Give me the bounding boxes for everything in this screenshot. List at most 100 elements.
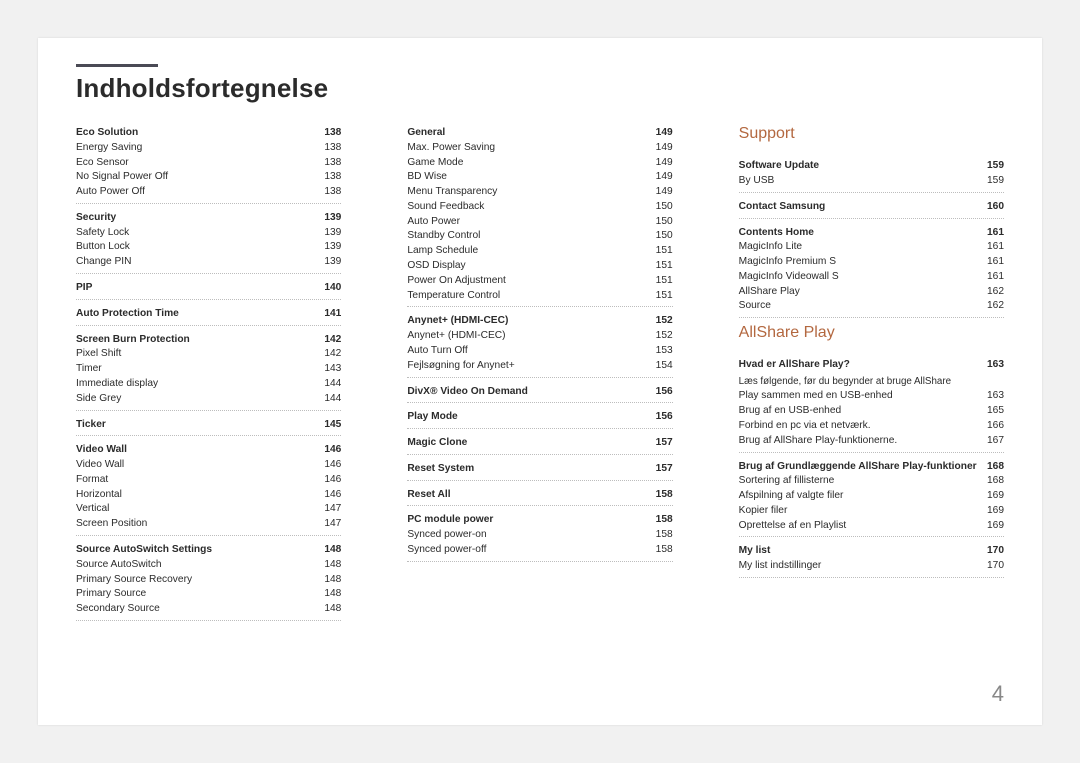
- toc-entry[interactable]: Forbind en pc via et netværk.166: [739, 419, 1004, 434]
- toc-entry[interactable]: Immediate display144: [76, 377, 341, 392]
- toc-entry[interactable]: Power On Adjustment151: [407, 274, 672, 289]
- toc-entry-label: MagicInfo Lite: [739, 240, 802, 255]
- toc-entry[interactable]: AllShare Play162: [739, 285, 1004, 300]
- toc-section-title[interactable]: My list170: [739, 540, 1004, 559]
- toc-entry[interactable]: Oprettelse af en Playlist169: [739, 519, 1004, 534]
- toc-entry[interactable]: Primary Source Recovery148: [76, 573, 341, 588]
- toc-entry[interactable]: Play sammen med en USB-enhed163: [739, 389, 1004, 404]
- toc-entry-page: 144: [324, 392, 341, 407]
- toc-entry[interactable]: Horizontal146: [76, 488, 341, 503]
- toc-entry[interactable]: Standby Control150: [407, 229, 672, 244]
- toc-section-title[interactable]: General149: [407, 122, 672, 141]
- toc-entry-page: 169: [987, 504, 1004, 519]
- toc-entry-page: 149: [656, 156, 673, 171]
- toc-section: Video Wall146Video Wall146Format146Horiz…: [76, 439, 341, 536]
- toc-entry-page: 150: [656, 215, 673, 230]
- toc-section-title[interactable]: Anynet+ (HDMI-CEC)152: [407, 310, 672, 329]
- toc-entry-label: My list indstillinger: [739, 559, 822, 574]
- toc-section-title[interactable]: PC module power158: [407, 509, 672, 528]
- toc-entry[interactable]: Format146: [76, 473, 341, 488]
- toc-entry[interactable]: Game Mode149: [407, 156, 672, 171]
- toc-section-title[interactable]: Hvad er AllShare Play?163: [739, 354, 1004, 373]
- toc-entry[interactable]: No Signal Power Off138: [76, 170, 341, 185]
- toc-entry[interactable]: Fejlsøgning for Anynet+154: [407, 359, 672, 374]
- toc-section-label: Hvad er AllShare Play?: [739, 358, 850, 373]
- toc-section-page: 159: [987, 159, 1004, 174]
- toc-entry[interactable]: Brug af en USB-enhed165: [739, 404, 1004, 419]
- toc-section-label: Contents Home: [739, 226, 814, 241]
- toc-entry-label: Side Grey: [76, 392, 121, 407]
- toc-entry[interactable]: Auto Power 150: [407, 215, 672, 230]
- toc-section-title[interactable]: Screen Burn Protection142: [76, 329, 341, 348]
- toc-entry[interactable]: Safety Lock139: [76, 226, 341, 241]
- toc-entry[interactable]: Afspilning af valgte filer169: [739, 489, 1004, 504]
- toc-section-title[interactable]: Video Wall146: [76, 439, 341, 458]
- toc-entry[interactable]: Side Grey 144: [76, 392, 341, 407]
- toc-entry[interactable]: Timer143: [76, 362, 341, 377]
- toc-entry[interactable]: By USB159: [739, 174, 1004, 189]
- toc-entry[interactable]: Anynet+ (HDMI-CEC)152: [407, 329, 672, 344]
- toc-entry[interactable]: Screen Position147: [76, 517, 341, 532]
- toc-entry[interactable]: Menu Transparency149: [407, 185, 672, 200]
- toc-entry-page: 147: [324, 517, 341, 532]
- toc-entry-page: 169: [987, 519, 1004, 534]
- toc-section-title[interactable]: Reset All158: [407, 484, 672, 503]
- toc-section-title[interactable]: Magic Clone157: [407, 432, 672, 451]
- toc-entry[interactable]: Video Wall146: [76, 458, 341, 473]
- toc-entry-page: 152: [656, 329, 673, 344]
- toc-entry[interactable]: Source AutoSwitch148: [76, 558, 341, 573]
- toc-section-title[interactable]: Auto Protection Time141: [76, 303, 341, 322]
- toc-entry-label: Auto Power Off: [76, 185, 145, 200]
- toc-entry[interactable]: Kopier filer169: [739, 504, 1004, 519]
- toc-section-title[interactable]: PIP140: [76, 277, 341, 296]
- toc-entry[interactable]: MagicInfo Videowall S161: [739, 270, 1004, 285]
- toc-entry[interactable]: OSD Display151: [407, 259, 672, 274]
- toc-section-title[interactable]: Ticker145: [76, 414, 341, 433]
- toc-entry-page: 150: [656, 229, 673, 244]
- toc-entry[interactable]: Lamp Schedule151: [407, 244, 672, 259]
- toc-entry[interactable]: Temperature Control151: [407, 289, 672, 304]
- toc-section-page: 157: [656, 462, 673, 477]
- toc-section-title[interactable]: Reset System157: [407, 458, 672, 477]
- toc-entry[interactable]: Auto Turn Off153: [407, 344, 672, 359]
- toc-entry[interactable]: My list indstillinger170: [739, 559, 1004, 574]
- toc-entry[interactable]: Primary Source148: [76, 587, 341, 602]
- toc-section-page: 145: [324, 418, 341, 433]
- toc-section-page: 156: [656, 410, 673, 425]
- toc-entry[interactable]: Vertical147: [76, 502, 341, 517]
- toc-section-title[interactable]: Security139: [76, 207, 341, 226]
- toc-section-title[interactable]: Contact Samsung160: [739, 196, 1004, 215]
- toc-entry-label: Primary Source: [76, 587, 146, 602]
- toc-entry[interactable]: Sortering af fillisterne168: [739, 474, 1004, 489]
- toc-entry-page: 139: [324, 240, 341, 255]
- toc-entry-page: 148: [324, 558, 341, 573]
- toc-entry[interactable]: Secondary Source148: [76, 602, 341, 617]
- toc-entry-label: BD Wise: [407, 170, 447, 185]
- toc-entry[interactable]: Change PIN139: [76, 255, 341, 270]
- toc-entry-page: 158: [656, 543, 673, 558]
- toc-entry[interactable]: Eco Sensor138: [76, 156, 341, 171]
- toc-entry[interactable]: BD Wise149: [407, 170, 672, 185]
- toc-section-title[interactable]: Eco Solution138: [76, 122, 341, 141]
- toc-entry-page: 143: [324, 362, 341, 377]
- toc-section-title[interactable]: Contents Home161: [739, 222, 1004, 241]
- toc-entry[interactable]: Button Lock139: [76, 240, 341, 255]
- toc-section-title[interactable]: Source AutoSwitch Settings148: [76, 539, 341, 558]
- toc-entry[interactable]: MagicInfo Lite161: [739, 240, 1004, 255]
- toc-entry[interactable]: Synced power-on158: [407, 528, 672, 543]
- toc-entry[interactable]: Synced power-off158: [407, 543, 672, 558]
- toc-section-title[interactable]: Brug af Grundlæggende AllShare Play-funk…: [739, 456, 1004, 475]
- toc-entry-page: 138: [324, 170, 341, 185]
- toc-entry[interactable]: Energy Saving138: [76, 141, 341, 156]
- toc-section-title[interactable]: Software Update159: [739, 155, 1004, 174]
- toc-entry[interactable]: Brug af AllShare Play-funktionerne.167: [739, 434, 1004, 449]
- toc-entry-label: Auto Power: [407, 215, 460, 230]
- toc-entry[interactable]: Sound Feedback150: [407, 200, 672, 215]
- toc-entry[interactable]: Source162: [739, 299, 1004, 314]
- toc-entry[interactable]: Auto Power Off138: [76, 185, 341, 200]
- toc-section-title[interactable]: DivX® Video On Demand156: [407, 381, 672, 400]
- toc-entry[interactable]: Pixel Shift142: [76, 347, 341, 362]
- toc-entry[interactable]: Max. Power Saving149: [407, 141, 672, 156]
- toc-section-title[interactable]: Play Mode156: [407, 406, 672, 425]
- toc-entry[interactable]: MagicInfo Premium S161: [739, 255, 1004, 270]
